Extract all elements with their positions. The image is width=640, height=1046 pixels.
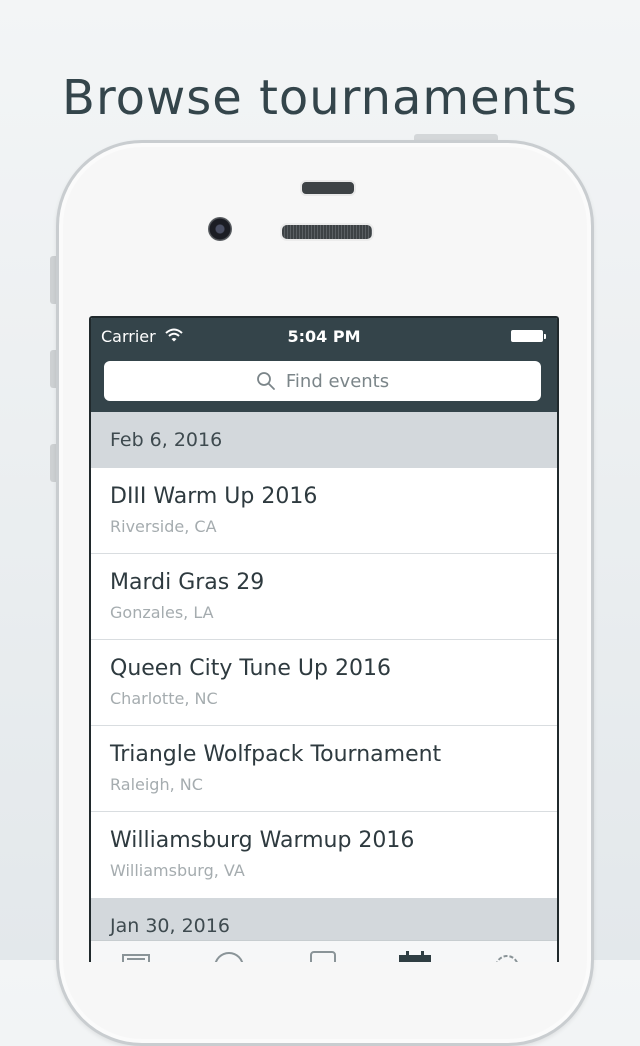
event-row[interactable]: Triangle Wolfpack Tournament Raleigh, NC bbox=[91, 726, 557, 812]
status-bar: Carrier 5:04 PM bbox=[91, 318, 557, 354]
battery-tip bbox=[544, 334, 546, 339]
status-time: 5:04 PM bbox=[287, 327, 361, 346]
navigation-bar: Carrier 5:04 PM Find events bbox=[91, 318, 557, 412]
speaker-grille bbox=[280, 223, 374, 241]
calendar-icon[interactable] bbox=[395, 949, 435, 962]
event-row[interactable]: Queen City Tune Up 2016 Charlotte, NC bbox=[91, 640, 557, 726]
news-icon[interactable] bbox=[119, 949, 159, 962]
event-location: Riverside, CA bbox=[110, 517, 217, 536]
square-icon[interactable] bbox=[303, 949, 343, 962]
event-location: Williamsburg, VA bbox=[110, 861, 245, 880]
headline: Browse tournaments bbox=[62, 70, 578, 127]
tab-bar bbox=[91, 940, 557, 962]
camera-icon bbox=[208, 217, 232, 241]
gear-icon[interactable] bbox=[487, 949, 527, 962]
event-location: Raleigh, NC bbox=[110, 775, 203, 794]
circle-icon[interactable] bbox=[209, 949, 249, 962]
event-location: Charlotte, NC bbox=[110, 689, 218, 708]
search-placeholder: Find events bbox=[285, 370, 390, 392]
event-row[interactable]: DIII Warm Up 2016 Riverside, CA bbox=[91, 468, 557, 554]
event-title: Mardi Gras 29 bbox=[110, 570, 265, 595]
event-title: Queen City Tune Up 2016 bbox=[110, 656, 391, 681]
section-header: Feb 6, 2016 bbox=[91, 412, 557, 468]
event-row[interactable]: Williamsburg Warmup 2016 Williamsburg, V… bbox=[91, 812, 557, 898]
search-field[interactable]: Find events bbox=[104, 361, 541, 401]
event-title: Triangle Wolfpack Tournament bbox=[110, 742, 442, 767]
battery-icon bbox=[511, 330, 543, 342]
proximity-sensor bbox=[300, 180, 356, 196]
app-screen: Carrier 5:04 PM Find events Feb 6, 2016 … bbox=[89, 316, 559, 962]
event-title: Williamsburg Warmup 2016 bbox=[110, 828, 415, 853]
event-list[interactable]: Feb 6, 2016 DIII Warm Up 2016 Riverside,… bbox=[91, 412, 557, 954]
event-location: Gonzales, LA bbox=[110, 603, 214, 622]
search-icon bbox=[256, 372, 275, 390]
event-title: DIII Warm Up 2016 bbox=[110, 484, 318, 509]
event-row[interactable]: Mardi Gras 29 Gonzales, LA bbox=[91, 554, 557, 640]
